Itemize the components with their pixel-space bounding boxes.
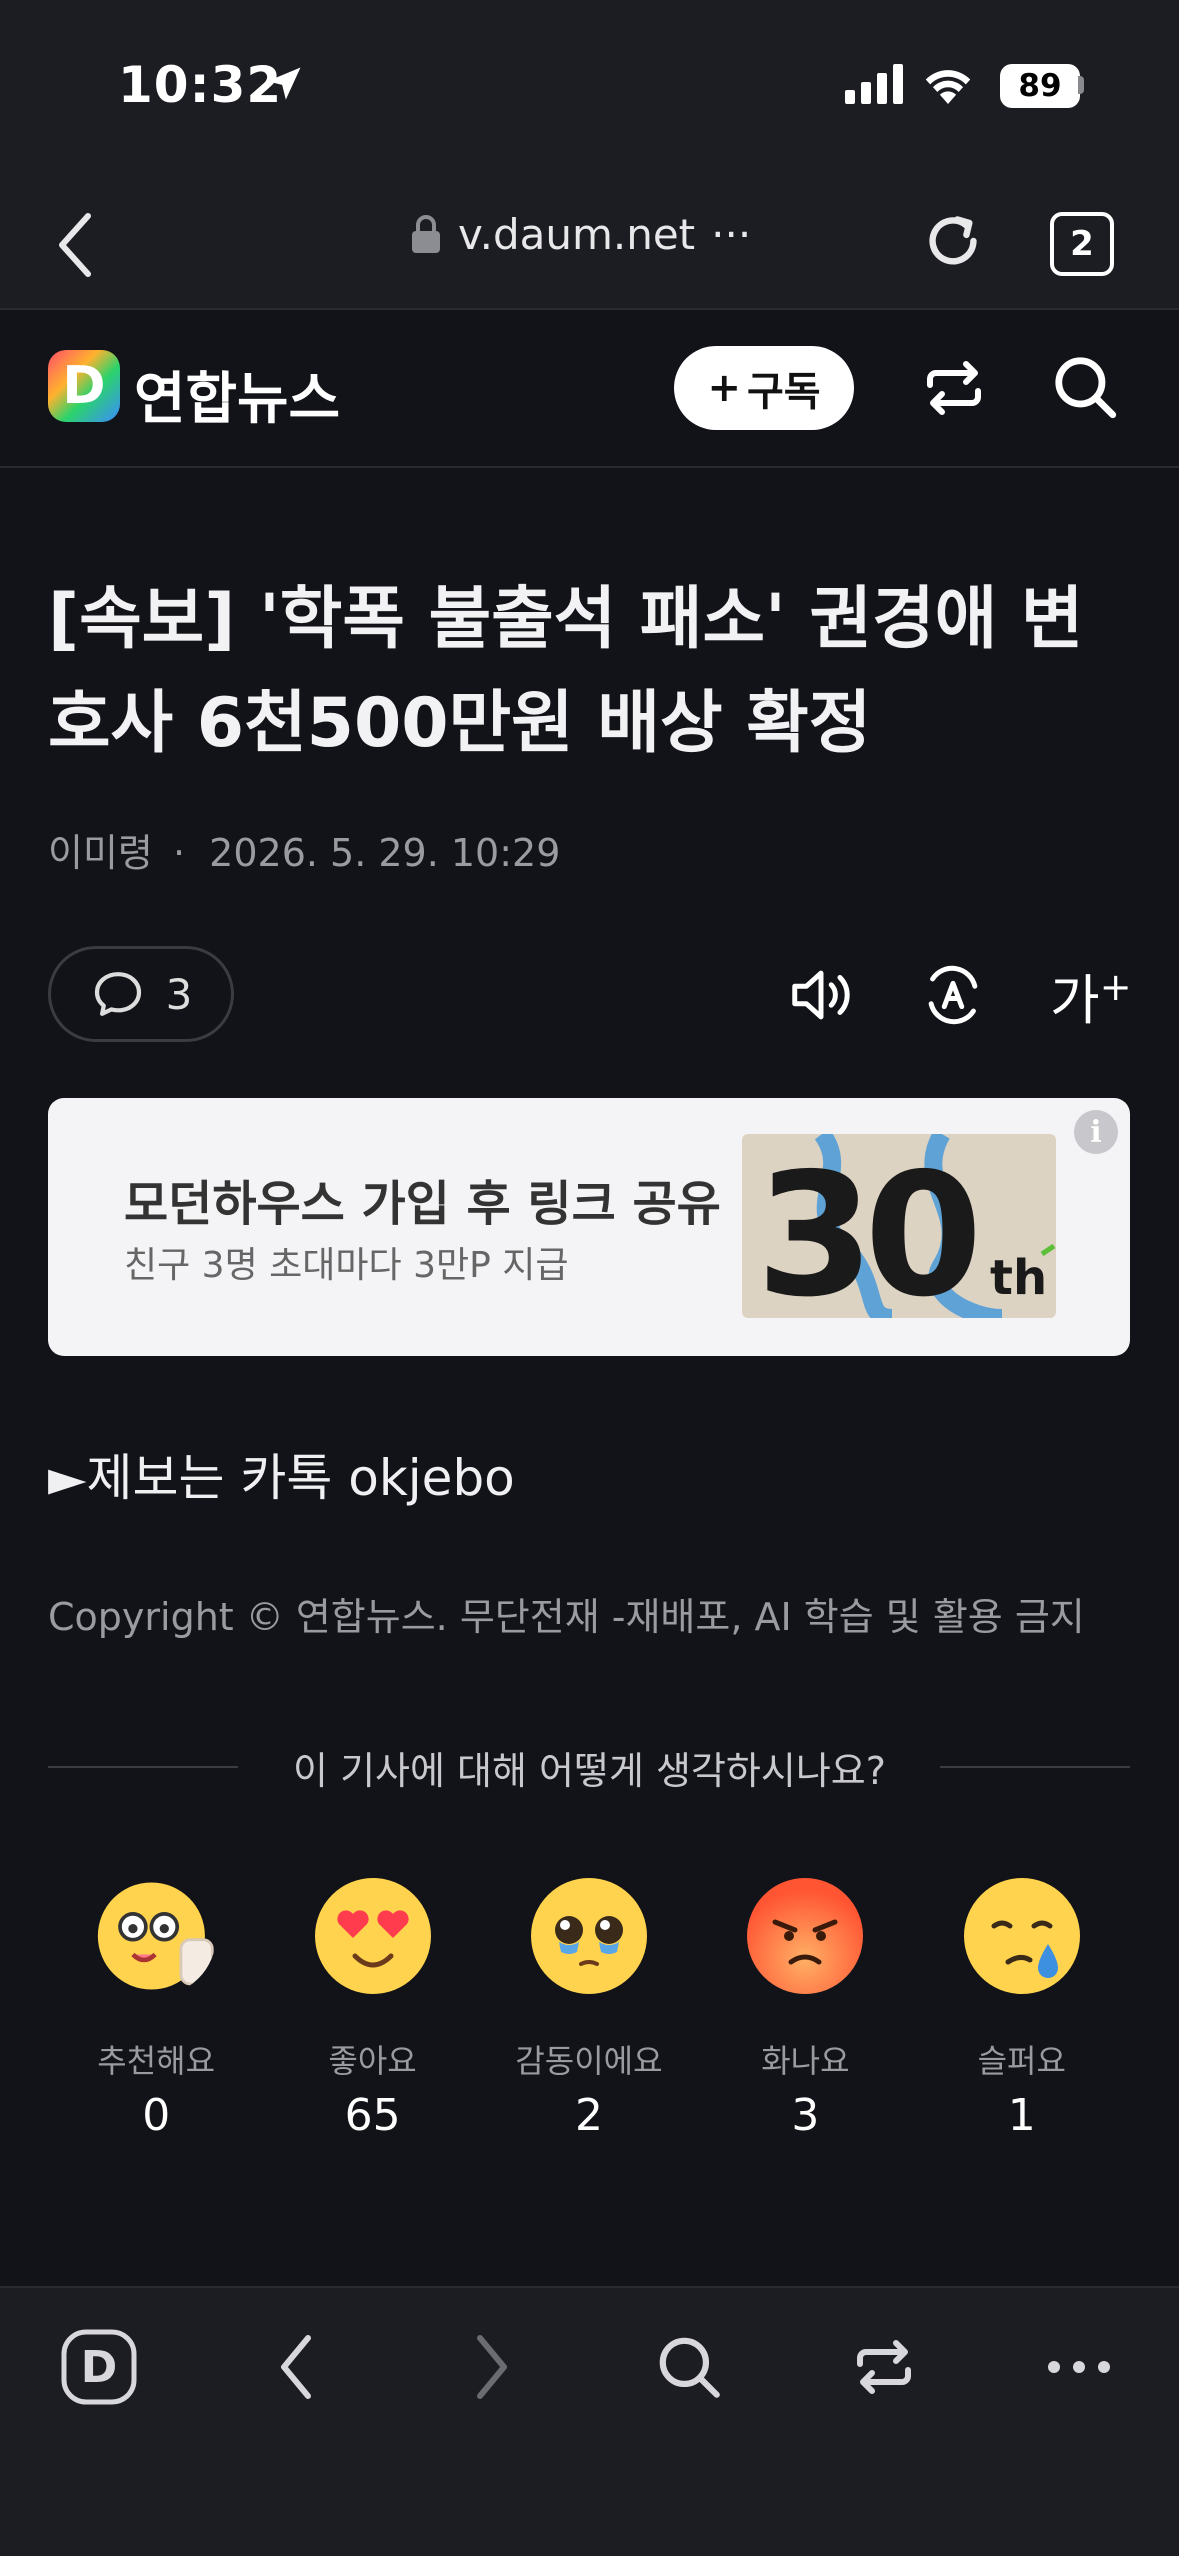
reaction-sad[interactable]: 슬퍼요 1 [922,1876,1122,2141]
subscribe-label: 구독 [746,369,821,415]
article-headline: [속보] '학폭 불출석 패소' 권경애 변호사 6천500만원 배상 확정 [48,580,1084,763]
nav-back-icon[interactable] [274,2328,318,2406]
font-size-plus: + [1099,965,1132,1009]
font-size-label: 가 [1050,969,1100,1032]
reaction-count: 2 [574,2090,603,2141]
reaction-count: 1 [1007,2090,1036,2141]
browser-address-bar: v.daum.net ··· 2 [0,170,1179,310]
plus-icon: + [707,365,741,411]
battery-indicator: 89 [1000,64,1080,108]
status-bar: 10:32 89 [0,0,1179,170]
daum-home-icon[interactable]: D [60,2328,138,2406]
logo-letter: D [62,356,106,416]
reaction-angry[interactable]: 화나요 3 [705,1876,905,2141]
url-text: v.daum.net [458,210,696,259]
reaction-count: 65 [344,2090,401,2141]
search-icon[interactable] [1048,350,1122,424]
speech-bubble-icon [94,972,141,1016]
reaction-label: 슬퍼요 [977,2042,1066,2080]
angry-face-icon [747,1878,864,1994]
reaction-recommend[interactable]: 추천해요 0 [56,1876,256,2141]
tip-line: ►제보는 카톡 okjebo [48,1449,515,1507]
sad-tear-icon [963,1878,1080,1994]
reaction-label: 좋아요 [328,2042,417,2080]
reaction-list: 추천해요 0 좋아요 65 감동이에요 2 화나요 3 슬퍼요 1 [48,1876,1130,2141]
teary-eyes-icon [530,1878,647,1994]
ad-image-suffix: th [990,1250,1047,1306]
bottom-toolbar: D [0,2286,1179,2556]
lock-icon [412,214,440,253]
speaker-icon[interactable] [786,960,856,1030]
byline-separator: · [172,831,186,875]
reaction-count: 0 [142,2090,171,2141]
ad-info-icon[interactable]: i [1074,1110,1118,1154]
url-more[interactable]: ··· [711,210,751,259]
copyright-notice: Copyright © 연합뉴스. 무단전재 -재배포, AI 학습 및 활용 … [48,1595,1085,1639]
subscribe-button[interactable]: + 구독 [674,346,854,430]
comment-button[interactable]: 3 [48,946,234,1042]
status-time: 10:32 [118,56,283,114]
location-arrow-icon [267,67,301,100]
reaction-label: 화나요 [761,2042,850,2080]
url-field[interactable]: v.daum.net ··· [410,210,751,259]
ad-subtitle: 친구 3명 초대마다 3만P 지급 [124,1245,569,1286]
browser-back-icon[interactable] [52,210,96,280]
toolbar-search-icon[interactable] [652,2328,726,2406]
cellular-signal-icon [845,64,903,104]
reaction-label: 추천해요 [97,2042,216,2080]
daum-logo[interactable]: D [48,350,120,422]
ad-image: 30 th [742,1134,1056,1318]
site-header: D 연합뉴스 + 구독 [0,312,1179,468]
ad-image-number: 30 [756,1137,975,1318]
home-letter: D [81,2342,118,2393]
nav-forward-icon[interactable] [470,2328,514,2406]
more-menu-icon[interactable] [1044,2328,1114,2406]
reaction-like[interactable]: 좋아요 65 [273,1876,473,2141]
ad-title: 모던하우스 가입 후 링크 공유 [124,1176,721,1232]
reload-icon[interactable] [918,206,988,276]
ad-banner[interactable]: 모던하우스 가입 후 링크 공유 친구 3명 초대마다 3만P 지급 30 th… [48,1098,1130,1356]
battery-tip [1078,76,1084,94]
share-icon[interactable] [918,352,990,424]
heart-eyes-icon [314,1878,431,1994]
reaction-label: 감동이에요 [515,2042,663,2080]
tab-count-button[interactable]: 2 [1050,212,1114,276]
toolbar-share-icon[interactable] [848,2328,920,2406]
article-byline: 이미령 · 2026. 5. 29. 10:29 [48,822,560,877]
font-size-button[interactable]: 가+ [1050,956,1132,1035]
publish-datetime: 2026. 5. 29. 10:29 [209,831,561,875]
reaction-count: 3 [791,2090,820,2141]
comment-count: 3 [165,969,193,1019]
author-name[interactable]: 이미령 [48,831,153,875]
nerd-thumbs-up-icon [98,1882,214,1990]
reaction-touched[interactable]: 감동이에요 2 [489,1876,689,2141]
translate-icon[interactable] [918,960,988,1030]
wifi-icon [925,70,971,104]
reaction-question: 이 기사에 대해 어떻게 생각하시나요? [293,1749,886,1793]
ad-artwork: 30 th [756,1134,1056,1318]
publisher-name[interactable]: 연합뉴스 [134,354,340,435]
